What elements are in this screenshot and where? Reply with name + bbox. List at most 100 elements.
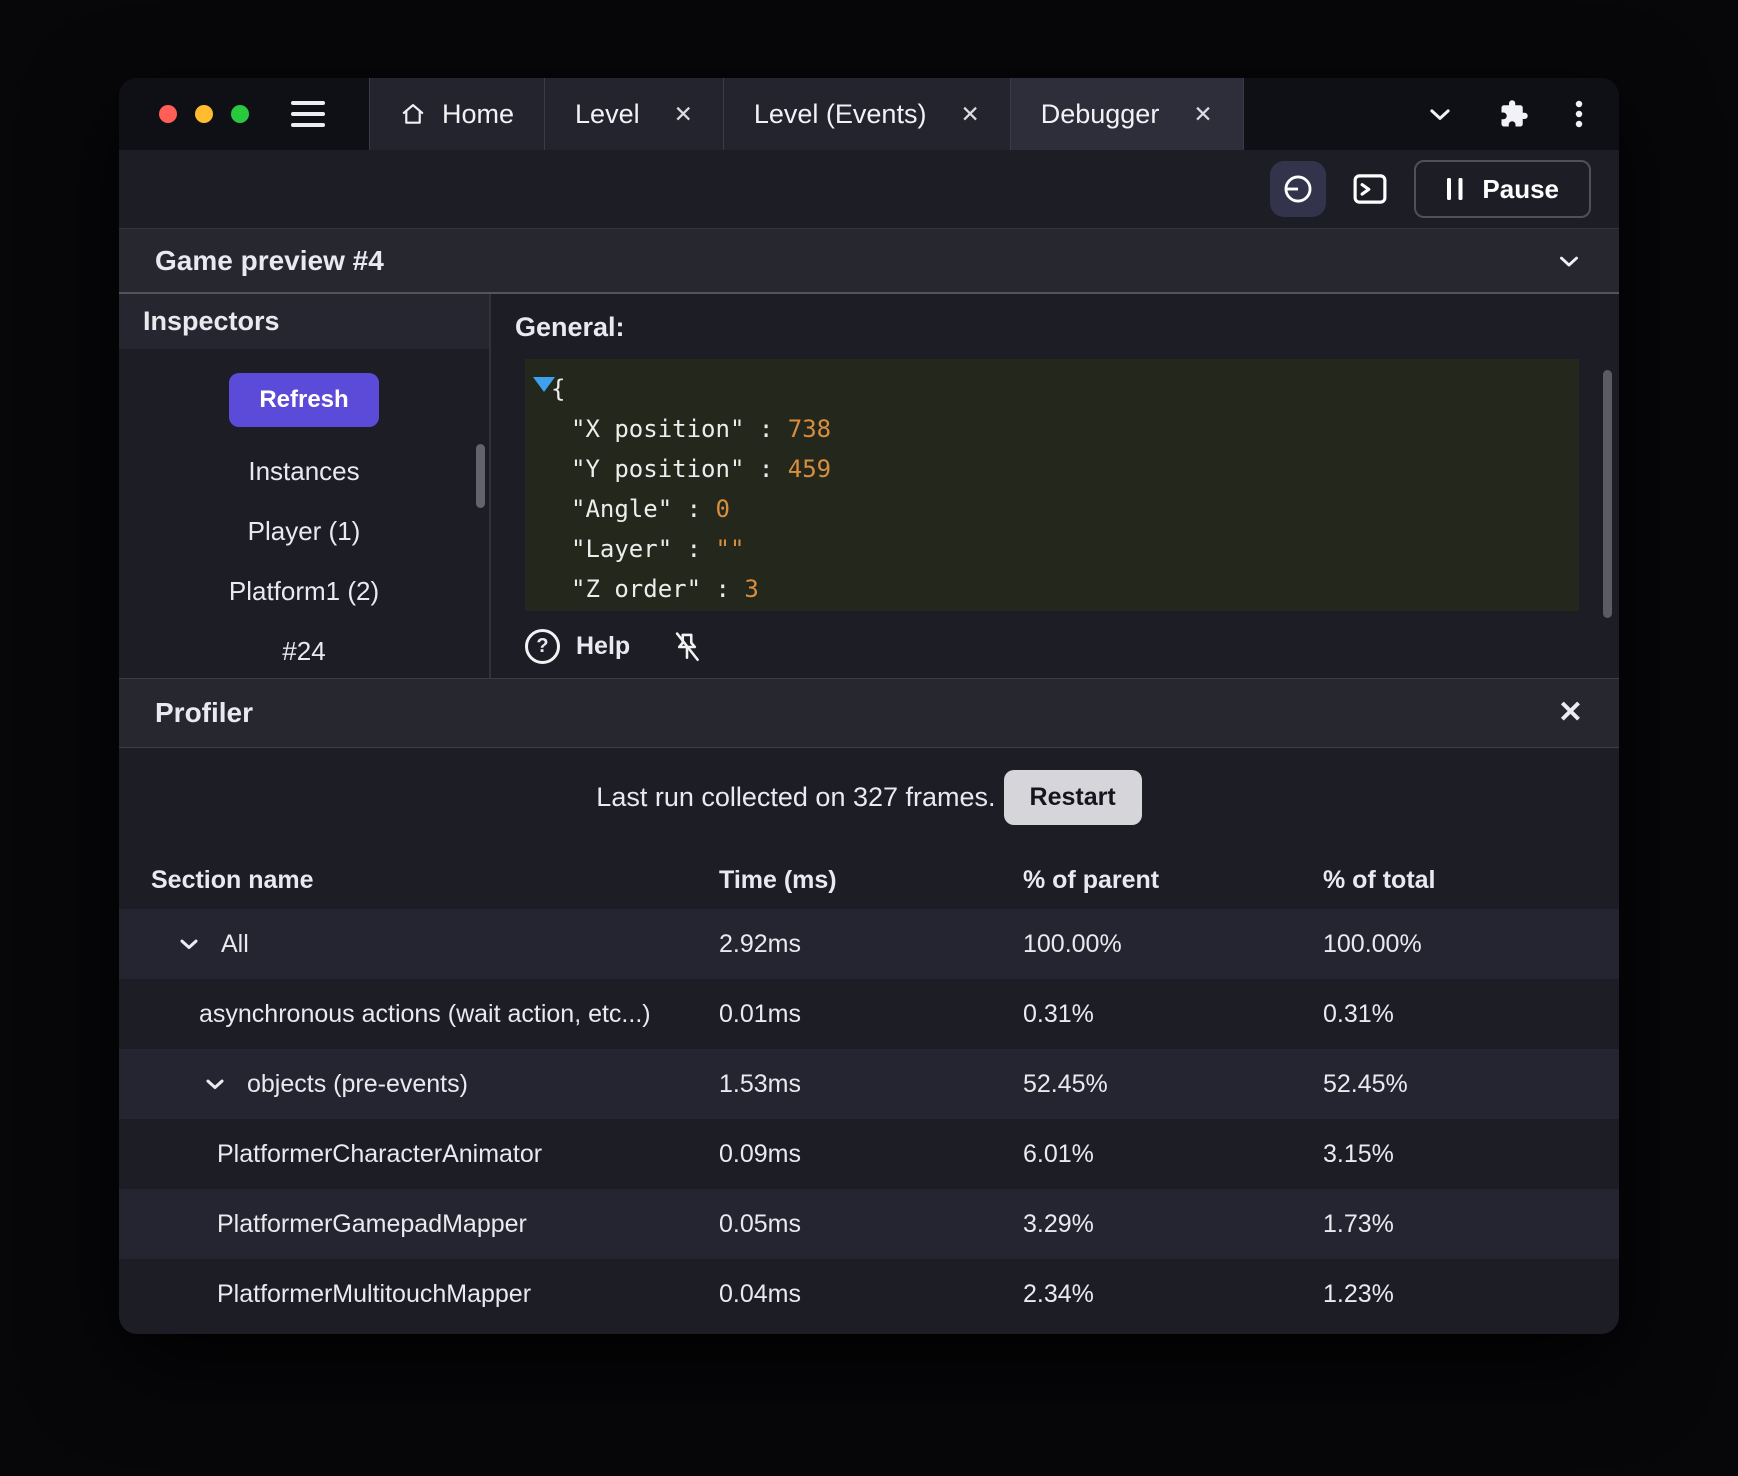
home-icon bbox=[400, 101, 426, 127]
minimize-window-button[interactable] bbox=[195, 105, 213, 123]
section-time: 0.04ms bbox=[719, 1279, 801, 1308]
sidebar-item-platform1[interactable]: Platform1 (2) bbox=[229, 576, 379, 607]
section-percent-parent: 52.45% bbox=[1023, 1069, 1108, 1098]
property-line: "X position" : 738 bbox=[571, 415, 832, 443]
chevron-down-icon[interactable] bbox=[201, 1070, 229, 1098]
gauge-icon bbox=[1281, 172, 1315, 206]
extensions-puzzle-icon[interactable] bbox=[1499, 99, 1529, 129]
chevron-down-icon[interactable] bbox=[175, 930, 203, 958]
section-name: asynchronous actions (wait action, etc..… bbox=[199, 999, 651, 1028]
section-percent-total: 100.00% bbox=[1323, 929, 1422, 958]
profiler-row-objects-pre-events[interactable]: objects (pre-events) 1.53ms 52.45% 52.45… bbox=[119, 1049, 1619, 1119]
close-tab-icon[interactable]: ✕ bbox=[1193, 102, 1212, 126]
collapse-chevron-icon[interactable] bbox=[1555, 247, 1583, 275]
inspectors-header: Inspectors bbox=[119, 294, 489, 349]
property-line: "Z order" : 3 bbox=[571, 575, 759, 603]
tab-label: Home bbox=[442, 98, 515, 129]
pause-button[interactable]: Pause bbox=[1414, 160, 1591, 218]
column-header-section-name: Section name bbox=[151, 865, 314, 894]
tab-strip: Home Level ✕ Level (Events) ✕ Debugger ✕ bbox=[369, 78, 1244, 150]
collapse-triangle-icon[interactable] bbox=[533, 377, 555, 392]
console-icon bbox=[1349, 168, 1391, 210]
profiler-table: Section name Time (ms) % of parent % of … bbox=[119, 851, 1619, 1329]
sidebar-item-instances[interactable]: Instances bbox=[248, 456, 359, 487]
table-header-row: Section name Time (ms) % of parent % of … bbox=[119, 851, 1619, 909]
profiler-header: Profiler ✕ bbox=[119, 678, 1619, 748]
section-name: All bbox=[221, 929, 249, 958]
tab-level-events[interactable]: Level (Events) ✕ bbox=[723, 78, 1011, 150]
tab-debugger[interactable]: Debugger ✕ bbox=[1010, 78, 1244, 150]
section-time: 1.53ms bbox=[719, 1069, 801, 1098]
section-time: 2.92ms bbox=[719, 929, 801, 958]
pause-button-label: Pause bbox=[1482, 173, 1559, 204]
pause-icon bbox=[1446, 176, 1464, 202]
section-percent-total: 0.31% bbox=[1323, 999, 1394, 1028]
tab-label: Level bbox=[575, 98, 640, 129]
section-name: PlatformerMultitouchMapper bbox=[217, 1279, 532, 1308]
help-icon[interactable]: ? bbox=[525, 629, 560, 664]
menu-icon[interactable] bbox=[291, 101, 325, 127]
close-profiler-icon[interactable]: ✕ bbox=[1558, 698, 1583, 728]
general-scrollbar-thumb[interactable] bbox=[1603, 370, 1612, 618]
profiler-row-character-animator: PlatformerCharacterAnimator 0.09ms 6.01%… bbox=[119, 1119, 1619, 1189]
general-title: General: bbox=[515, 312, 625, 342]
tab-label: Debugger bbox=[1040, 98, 1160, 129]
debugger-window: Home Level ✕ Level (Events) ✕ Debugger ✕ bbox=[119, 78, 1619, 1334]
profiler-status-text: Last run collected on 327 frames. bbox=[596, 782, 996, 812]
tab-level[interactable]: Level ✕ bbox=[545, 78, 724, 150]
section-name: PlatformerCharacterAnimator bbox=[217, 1139, 543, 1168]
sidebar-item-player[interactable]: Player (1) bbox=[248, 516, 361, 547]
column-header-percent-total: % of total bbox=[1323, 865, 1436, 894]
inspectors-panel: Inspectors Refresh Instances Player (1) … bbox=[119, 294, 491, 678]
close-tab-icon[interactable]: ✕ bbox=[674, 102, 693, 126]
section-time: 0.05ms bbox=[719, 1209, 801, 1238]
game-preview-title: Game preview #4 bbox=[155, 244, 384, 276]
console-button[interactable] bbox=[1344, 163, 1396, 215]
inspectors-title: Inspectors bbox=[143, 306, 280, 336]
kebab-menu-icon[interactable] bbox=[1573, 99, 1585, 129]
section-percent-parent: 3.29% bbox=[1023, 1209, 1094, 1238]
property-line: "Angle" : 0 bbox=[571, 495, 730, 523]
section-name: objects (pre-events) bbox=[247, 1069, 468, 1098]
chevron-down-icon[interactable] bbox=[1425, 99, 1455, 129]
restart-button[interactable]: Restart bbox=[1003, 770, 1142, 825]
profiler-title: Profiler bbox=[155, 697, 254, 728]
section-name: PlatformerGamepadMapper bbox=[217, 1209, 527, 1238]
close-tab-icon[interactable]: ✕ bbox=[960, 102, 979, 126]
section-percent-total: 1.73% bbox=[1323, 1209, 1394, 1238]
column-header-percent-parent: % of parent bbox=[1023, 865, 1160, 894]
refresh-button[interactable]: Refresh bbox=[229, 373, 379, 427]
inspector-split: Inspectors Refresh Instances Player (1) … bbox=[119, 294, 1619, 678]
column-header-time: Time (ms) bbox=[719, 865, 837, 894]
section-percent-total: 3.15% bbox=[1323, 1139, 1394, 1168]
traffic-lights bbox=[119, 78, 249, 150]
help-label[interactable]: Help bbox=[576, 632, 630, 661]
section-percent-parent: 100.00% bbox=[1023, 929, 1122, 958]
unpin-icon[interactable] bbox=[670, 630, 704, 664]
close-window-button[interactable] bbox=[159, 105, 177, 123]
section-percent-total: 1.23% bbox=[1323, 1279, 1394, 1308]
section-percent-total: 52.45% bbox=[1323, 1069, 1408, 1098]
zoom-window-button[interactable] bbox=[231, 105, 249, 123]
debugger-toolbar: Pause bbox=[119, 150, 1619, 228]
profiler-row-multitouch-mapper: PlatformerMultitouchMapper 0.04ms 2.34% … bbox=[119, 1259, 1619, 1329]
profiler-row-all[interactable]: All 2.92ms 100.00% 100.00% bbox=[119, 909, 1619, 979]
sidebar-item-instance-24[interactable]: #24 bbox=[282, 636, 325, 667]
profiler-panel: Last run collected on 327 frames. Restar… bbox=[119, 748, 1619, 1334]
property-line: "Y position" : 459 bbox=[571, 455, 832, 483]
property-line: "Layer" : "" bbox=[571, 535, 745, 563]
inspectors-scrollbar-thumb[interactable] bbox=[476, 444, 485, 508]
tab-bar: Home Level ✕ Level (Events) ✕ Debugger ✕ bbox=[119, 78, 1619, 150]
section-time: 0.01ms bbox=[719, 999, 801, 1028]
profiler-gauge-button[interactable] bbox=[1270, 161, 1327, 217]
game-preview-header[interactable]: Game preview #4 bbox=[119, 228, 1619, 294]
section-percent-parent: 0.31% bbox=[1023, 999, 1094, 1028]
tab-home[interactable]: Home bbox=[369, 78, 546, 150]
section-percent-parent: 6.01% bbox=[1023, 1139, 1094, 1168]
section-percent-parent: 2.34% bbox=[1023, 1279, 1094, 1308]
properties-json-view: { "X position" : 738 "Y position" : 459 … bbox=[525, 359, 1579, 611]
profiler-row-async-actions: asynchronous actions (wait action, etc..… bbox=[119, 979, 1619, 1049]
profiler-row-gamepad-mapper: PlatformerGamepadMapper 0.05ms 3.29% 1.7… bbox=[119, 1189, 1619, 1259]
tab-label: Level (Events) bbox=[753, 98, 927, 129]
section-time: 0.09ms bbox=[719, 1139, 801, 1168]
